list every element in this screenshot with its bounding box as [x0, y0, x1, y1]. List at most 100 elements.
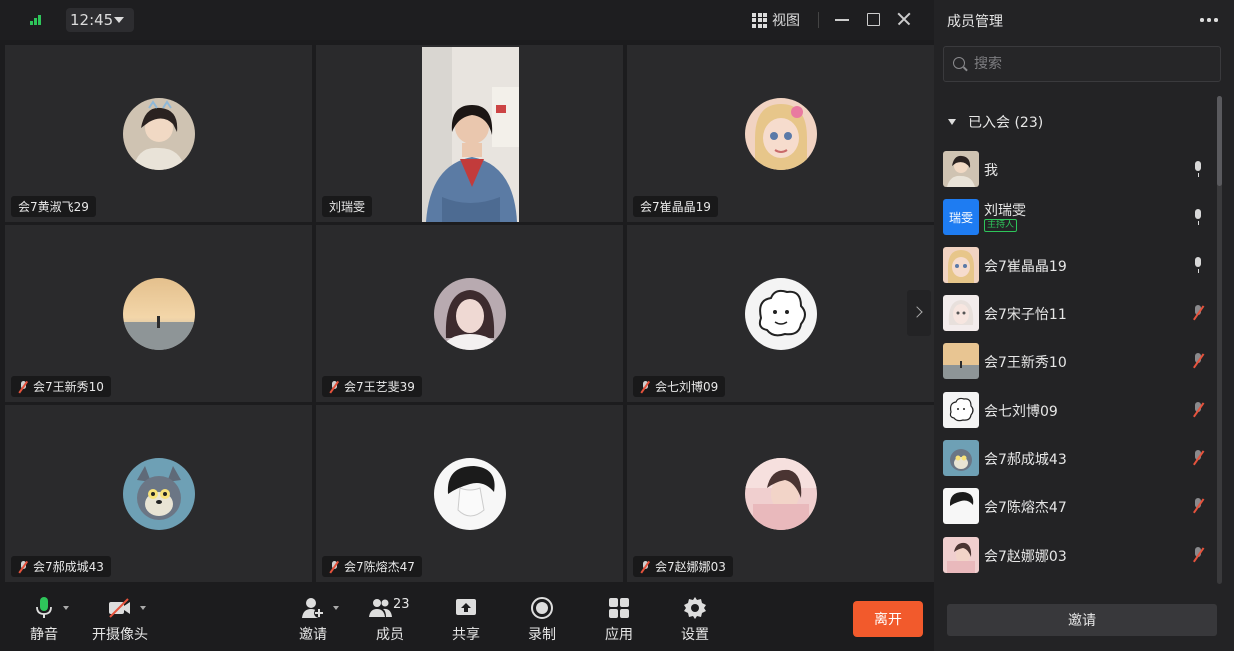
member-search[interactable]: [943, 46, 1221, 82]
close-icon[interactable]: [895, 10, 913, 28]
member-avatar: [943, 343, 979, 379]
record-label: 录制: [528, 627, 556, 643]
apps-label: 应用: [605, 627, 633, 643]
view-button[interactable]: 视图: [752, 9, 800, 31]
member-avatar: [943, 488, 979, 524]
participant-avatar: [433, 277, 506, 350]
record-button[interactable]: 录制: [512, 596, 572, 644]
participant-tile[interactable]: 会7王艺斐39: [316, 225, 623, 402]
member-name: 会7赵娜娜03: [984, 549, 1067, 565]
signal-strength-icon: [30, 13, 44, 25]
mic-muted-icon[interactable]: [1191, 498, 1205, 515]
meeting-toolbar: 静音 开摄像头 邀请 23 成员 共享 录制 应用 设置 离开: [0, 588, 934, 651]
mic-muted-icon[interactable]: [1191, 450, 1205, 467]
member-avatar: [943, 392, 979, 428]
member-row[interactable]: 会7王新秀10: [943, 343, 1213, 379]
participant-name-tag: 会7王艺斐39: [322, 376, 422, 397]
participant-avatar: [744, 97, 817, 170]
next-page-chevron-icon[interactable]: [907, 290, 931, 336]
camera-off-icon: [108, 596, 132, 620]
meeting-timer[interactable]: 12:45: [66, 8, 134, 32]
mic-muted-icon[interactable]: [1191, 547, 1205, 564]
member-avatar: [943, 295, 979, 331]
collapse-triangle-icon: [948, 119, 956, 125]
participant-tile[interactable]: 会七刘博09: [627, 225, 934, 402]
participant-name-tag: 会7郝成城43: [11, 556, 111, 577]
participant-tile[interactable]: 会7黄淑飞29: [5, 45, 312, 222]
mute-button[interactable]: 静音: [14, 596, 74, 644]
section-label: 已入会 (23): [968, 115, 1044, 131]
member-row[interactable]: 瑞雯 刘瑞雯 主持人: [943, 199, 1213, 235]
invite-button[interactable]: 邀请: [283, 596, 343, 644]
microphone-icon[interactable]: [1191, 161, 1205, 178]
member-name: 我: [984, 163, 998, 179]
member-avatar: 瑞雯: [943, 199, 979, 235]
view-label: 视图: [772, 13, 800, 29]
member-row[interactable]: 会7宋子怡11: [943, 295, 1213, 331]
mic-muted-icon: [640, 560, 651, 573]
search-input[interactable]: [974, 56, 1204, 72]
chevron-down-icon[interactable]: [333, 606, 339, 610]
mic-muted-icon: [18, 380, 29, 393]
member-row[interactable]: 会7郝成城43: [943, 440, 1213, 476]
divider: [818, 12, 819, 28]
meeting-time: 12:45: [70, 11, 114, 29]
camera-button[interactable]: 开摄像头: [90, 596, 150, 644]
minimize-icon[interactable]: [833, 10, 851, 28]
joined-section-header[interactable]: 已入会 (23): [948, 112, 1043, 132]
participant-tile[interactable]: 会7崔晶晶19: [627, 45, 934, 222]
more-options-icon[interactable]: [1200, 18, 1220, 22]
participant-tile[interactable]: 会7郝成城43: [5, 405, 312, 582]
members-count: 23: [393, 597, 410, 612]
participant-avatar: [122, 277, 195, 350]
participant-avatar: [433, 457, 506, 530]
participant-tile[interactable]: 刘瑞雯: [316, 45, 623, 222]
member-row[interactable]: 会7崔晶晶19: [943, 247, 1213, 283]
avatar-initials: 瑞雯: [948, 210, 973, 225]
camera-label: 开摄像头: [92, 627, 148, 643]
mic-muted-icon: [18, 560, 29, 573]
member-row[interactable]: 会7陈熔杰47: [943, 488, 1213, 524]
member-avatar: [943, 151, 979, 187]
member-row[interactable]: 会七刘博09: [943, 392, 1213, 428]
maximize-icon[interactable]: [864, 10, 882, 28]
members-panel: 成员管理 已入会 (23) 我 瑞雯 刘瑞雯 主持人 会7崔晶晶19 会7宋子怡…: [934, 0, 1234, 651]
settings-button[interactable]: 设置: [665, 596, 725, 644]
microphone-icon[interactable]: [1191, 257, 1205, 274]
member-list-scrollbar[interactable]: [1217, 96, 1222, 584]
apps-button[interactable]: 应用: [589, 596, 649, 644]
mic-muted-icon: [640, 380, 651, 393]
member-name: 刘瑞雯: [984, 203, 1026, 219]
chevron-down-icon[interactable]: [140, 606, 146, 610]
member-name: 会7宋子怡11: [984, 307, 1067, 323]
chevron-down-icon: [114, 17, 124, 23]
invite-members-button[interactable]: 邀请: [947, 604, 1217, 636]
participant-name-tag: 会7黄淑飞29: [11, 196, 96, 217]
participant-name-tag: 会7陈熔杰47: [322, 556, 422, 577]
microphone-icon[interactable]: [1191, 209, 1205, 226]
microphone-icon: [32, 596, 56, 620]
record-icon: [530, 596, 554, 620]
chevron-down-icon[interactable]: [63, 606, 69, 610]
members-button[interactable]: 23 成员: [360, 596, 420, 644]
member-avatar: [943, 247, 979, 283]
member-row[interactable]: 我: [943, 151, 1213, 187]
panel-title: 成员管理: [947, 14, 1003, 30]
mic-muted-icon[interactable]: [1191, 305, 1205, 322]
participant-tile[interactable]: 会7赵娜娜03: [627, 405, 934, 582]
participant-tile[interactable]: 会7陈熔杰47: [316, 405, 623, 582]
mic-muted-icon[interactable]: [1191, 353, 1205, 370]
participant-video: [422, 47, 519, 222]
settings-label: 设置: [681, 627, 709, 643]
member-name: 会7王新秀10: [984, 355, 1067, 371]
leave-button[interactable]: 离开: [853, 601, 923, 637]
share-button[interactable]: 共享: [436, 596, 496, 644]
member-row[interactable]: 会7赵娜娜03: [943, 537, 1213, 573]
scrollbar-thumb[interactable]: [1217, 96, 1222, 186]
mute-label: 静音: [30, 627, 58, 643]
mic-muted-icon[interactable]: [1191, 402, 1205, 419]
participant-tile[interactable]: 会7王新秀10: [5, 225, 312, 402]
gear-icon: [683, 596, 707, 620]
share-label: 共享: [452, 627, 480, 643]
members-label: 成员: [376, 627, 404, 643]
